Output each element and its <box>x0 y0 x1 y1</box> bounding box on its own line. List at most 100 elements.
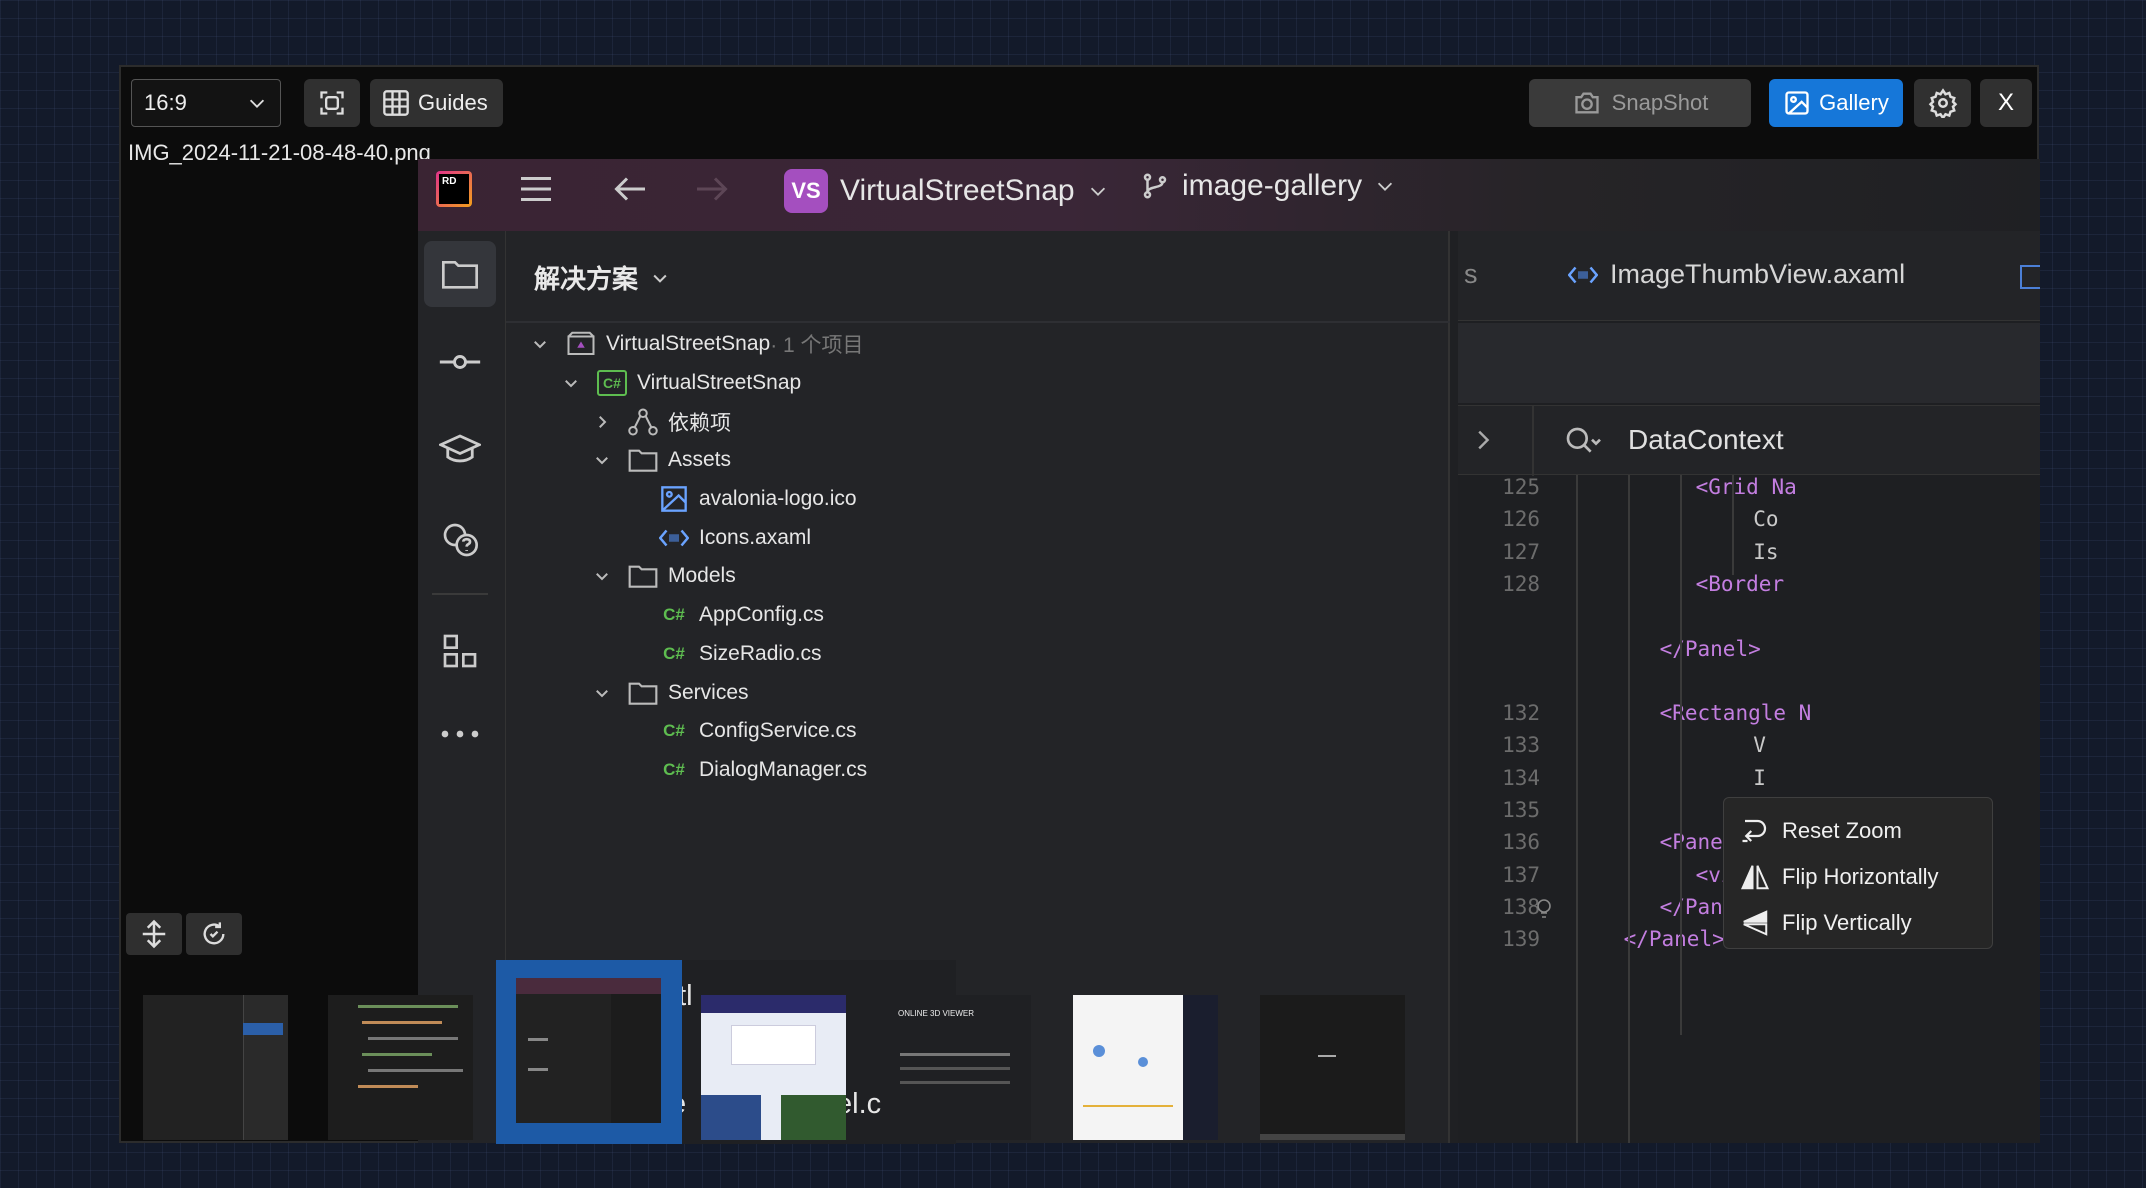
chevron-right-icon[interactable] <box>593 413 611 431</box>
search-query: DataContext <box>1628 424 1784 455</box>
fit-height-button[interactable] <box>126 913 182 955</box>
flip-horizontal-icon <box>1740 865 1770 890</box>
fullscreen-button[interactable] <box>304 79 360 127</box>
line-number: 138 <box>1502 894 1540 919</box>
git-branch-icon <box>1143 173 1167 199</box>
chevron-down-icon[interactable] <box>593 451 611 469</box>
tree-item[interactable]: Models <box>526 557 1446 596</box>
menu-item-reset-zoom[interactable]: Reset Zoom <box>1724 808 1992 854</box>
tab-imagethumbview: ImageThumbView.axaml <box>1568 259 1905 290</box>
code-line: Is <box>1753 539 1779 564</box>
thumbnail[interactable] <box>1260 995 1405 1140</box>
tree-item[interactable]: C# AppConfig.cs <box>526 596 1446 635</box>
rider-logo-text: RD <box>439 174 469 204</box>
commit-icon <box>424 329 496 395</box>
indent-guide <box>1576 475 1578 1143</box>
line-number: 127 <box>1502 539 1540 564</box>
gallery-thumbnail-strip: otl s alle el.c <box>121 960 1405 1144</box>
thumbnail[interactable] <box>143 995 288 1140</box>
chevron-down-icon[interactable] <box>562 374 580 392</box>
hamburger-menu-icon <box>514 167 558 211</box>
chevron-right-icon <box>1478 430 1490 450</box>
tree-item-label: Services <box>668 680 749 704</box>
code-line: I <box>1753 765 1766 790</box>
aspect-ratio-select[interactable]: 16:9 <box>131 79 281 127</box>
snapshot-button[interactable]: SnapShot <box>1529 79 1751 127</box>
code-line: <Rectangle N <box>1659 701 1812 726</box>
aspect-ratio-value: 16:9 <box>144 90 187 115</box>
tree-item[interactable]: Services <box>526 673 1446 712</box>
branch-name: image-gallery <box>1182 169 1363 202</box>
tree-item-suffix: · 1 个项目 <box>770 334 864 358</box>
back-arrow-icon <box>608 167 652 211</box>
lightbulb-icon[interactable] <box>1534 895 1554 928</box>
tree-item-label: DialogManager.cs <box>699 757 868 781</box>
menu-item-label: Reset Zoom <box>1782 818 1902 843</box>
menu-item-label: Flip Vertically <box>1782 910 1912 935</box>
line-number: 134 <box>1502 765 1540 790</box>
tree-item[interactable]: Icons.axaml <box>526 518 1446 557</box>
thumbnail[interactable]: ONLINE 3D VIEWER <box>886 995 1031 1140</box>
tree-item[interactable]: C# VirtualStreetSnap <box>526 364 1446 403</box>
csharp-file-icon: C# <box>663 605 685 625</box>
tree-item-label: Models <box>668 564 736 588</box>
thumbnail-caption: ONLINE 3D VIEWER <box>898 1009 975 1018</box>
menu-item-flip-horizontally[interactable]: Flip Horizontally <box>1724 854 1992 900</box>
fit-height-icon <box>142 919 166 949</box>
ide-header: RD VS VirtualStreetSnap image-gallery <box>418 159 2040 231</box>
guides-button[interactable]: Guides <box>370 79 503 127</box>
tree-item-label: avalonia-logo.ico <box>699 487 857 511</box>
tree-item-label: Assets <box>668 448 732 472</box>
chevron-down-icon <box>653 274 667 283</box>
context-menu: Reset Zoom Flip Horizontally Flip Vertic… <box>1723 797 1993 949</box>
thumbnail[interactable] <box>1073 995 1218 1140</box>
search-bar: DataContext <box>1458 405 2040 476</box>
chevron-down-icon <box>1090 187 1105 196</box>
csharp-file-icon: C# <box>663 643 685 663</box>
menu-item-label: Flip Horizontally <box>1782 864 1939 889</box>
tree-item[interactable]: Assets <box>526 441 1446 480</box>
axaml-file-icon <box>657 521 691 555</box>
image-file-icon <box>657 482 691 516</box>
line-number: 137 <box>1502 862 1540 887</box>
gear-icon <box>1928 88 1957 118</box>
branch-selector: image-gallery <box>1140 169 1396 203</box>
chevron-down-icon[interactable] <box>593 684 611 702</box>
tree-item[interactable]: 依赖项 <box>526 402 1446 441</box>
tree-item-label: 依赖项 <box>668 411 731 435</box>
close-button[interactable]: X <box>1980 79 2032 127</box>
indent-guide <box>1732 475 1734 575</box>
tab-label: ImageThumbView.axaml <box>1610 259 1906 289</box>
thumbnail[interactable] <box>328 995 473 1140</box>
flip-vertical-icon <box>1743 910 1768 936</box>
tree-item[interactable]: C# SizeRadio.cs <box>526 635 1446 674</box>
explorer-divider <box>506 321 1450 323</box>
chevron-down-icon[interactable] <box>593 567 611 585</box>
chevron-down-icon <box>249 99 265 108</box>
project-name: VirtualStreetSnap <box>840 174 1075 207</box>
editor-tabs: s ImageThumbView.axaml <box>1458 231 2040 321</box>
code-editor: s ImageThumbView.axaml DataContext 125 <G… <box>1458 231 2040 1143</box>
thumbnail-selected[interactable] <box>496 960 682 1144</box>
gallery-button[interactable]: Gallery <box>1769 79 1903 127</box>
tree-item[interactable]: VirtualStreetSnap · 1 个项目 <box>526 325 1446 364</box>
tree-item[interactable]: C# ConfigService.cs <box>526 712 1446 751</box>
line-number: 139 <box>1502 927 1540 952</box>
search-icon <box>1566 427 1601 453</box>
menu-item-flip-vertically[interactable]: Flip Vertically <box>1724 900 1992 946</box>
breadcrumb-bar <box>1458 323 2040 403</box>
solution-icon <box>564 327 598 361</box>
screenshot-viewer-window: 16:9 Guides SnapShot Gallery X IMG_2024-… <box>119 65 2040 1144</box>
thumbnail[interactable] <box>701 995 846 1140</box>
chevron-down-icon[interactable] <box>531 335 549 353</box>
solution-title-label: 解决方案 <box>534 264 639 294</box>
tab-partial: s <box>1464 259 1478 289</box>
rotate-button[interactable] <box>186 913 242 955</box>
tree-item[interactable]: C# DialogManager.cs <box>526 751 1446 790</box>
chevron-down-icon <box>1378 182 1393 191</box>
tree-item[interactable]: avalonia-logo.ico <box>526 480 1446 519</box>
file-tree: VirtualStreetSnap · 1 个项目 C# VirtualStreet… <box>526 325 1446 789</box>
settings-button[interactable] <box>1914 79 1971 127</box>
sidebar-divider <box>432 593 488 595</box>
solution-title: 解决方案 <box>534 259 670 296</box>
